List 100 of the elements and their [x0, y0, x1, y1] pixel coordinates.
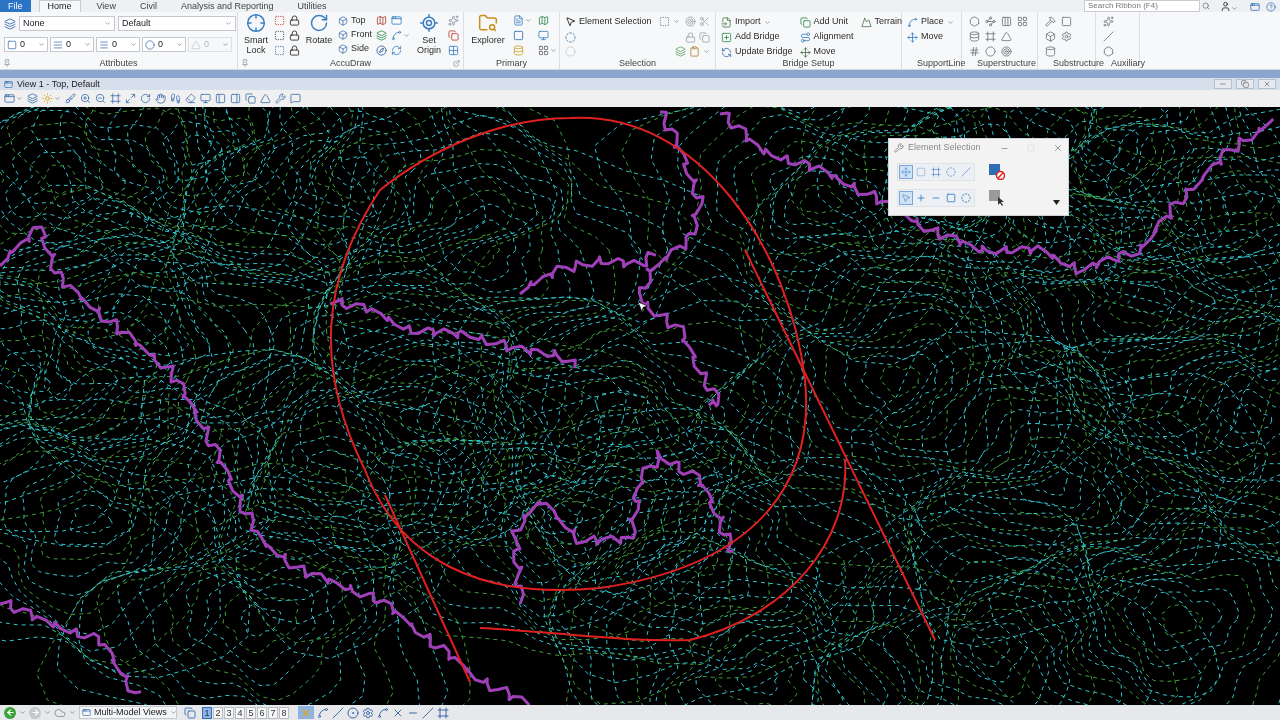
copy-icon[interactable]	[245, 93, 256, 104]
curve-icon[interactable]	[317, 706, 329, 719]
view-rotation-button[interactable]: Side	[338, 42, 369, 55]
windows-icon[interactable]	[184, 706, 196, 719]
document-icon[interactable]	[513, 15, 524, 26]
gear-icon[interactable]	[362, 706, 374, 719]
command-button[interactable]: Move	[799, 45, 836, 59]
command-button[interactable]: Import	[721, 15, 771, 29]
map-icon[interactable]	[538, 15, 549, 26]
window-icon[interactable]	[82, 708, 91, 717]
command-button[interactable]: Move	[907, 30, 943, 44]
layers-icon[interactable]	[675, 45, 686, 57]
mountain-icon[interactable]	[860, 16, 872, 28]
pin-icon[interactable]	[241, 59, 249, 68]
pin-icon[interactable]	[3, 59, 11, 68]
layers-icon[interactable]	[4, 17, 16, 30]
target-icon[interactable]	[1001, 46, 1012, 57]
sun-icon[interactable]	[42, 93, 53, 104]
footprints-icon[interactable]	[170, 93, 181, 104]
compass-icon[interactable]	[376, 45, 387, 56]
hexagon-icon[interactable]	[1103, 46, 1114, 57]
hexagon-icon[interactable]	[969, 16, 980, 27]
cube-icon[interactable]	[338, 15, 348, 26]
grid-icon[interactable]	[1017, 16, 1028, 27]
grid-icon[interactable]	[538, 45, 549, 56]
ribbon-tab[interactable]: View	[88, 0, 124, 12]
ribbon-tab[interactable]: Home	[38, 0, 81, 12]
move-icon[interactable]	[799, 46, 811, 58]
view-number-button[interactable]: 1	[202, 706, 212, 719]
zoom-in-icon[interactable]	[80, 93, 91, 104]
columns-icon[interactable]	[1001, 16, 1012, 27]
rotate-button[interactable]: Rotate	[304, 13, 334, 45]
dialog-launcher-icon[interactable]	[453, 59, 460, 67]
curve-icon[interactable]	[391, 30, 402, 41]
wrench-icon[interactable]	[275, 93, 286, 104]
explorer-button[interactable]: Explorer	[469, 13, 507, 45]
move-icon[interactable]	[907, 31, 918, 43]
command-button[interactable]: Terrain	[860, 15, 903, 29]
attribute-field[interactable]: 0	[50, 37, 94, 52]
crosshair-icon[interactable]	[419, 13, 439, 33]
lock-icon[interactable]	[289, 30, 300, 41]
frame-icon[interactable]	[110, 93, 121, 104]
clear-selection-icon[interactable]	[989, 164, 1005, 180]
copy-icon[interactable]	[448, 30, 459, 41]
circle-icon[interactable]	[145, 39, 155, 50]
search-icon[interactable]	[1202, 2, 1210, 10]
frame-icon[interactable]	[985, 31, 996, 42]
route-icon[interactable]	[799, 31, 811, 43]
hash-icon[interactable]	[969, 46, 980, 57]
monitor-icon[interactable]	[200, 93, 211, 104]
circle-icon[interactable]	[985, 46, 996, 57]
level-dropdown[interactable]: None	[19, 16, 115, 31]
window-icon[interactable]	[391, 15, 402, 26]
cylinder-icon[interactable]	[1045, 46, 1056, 57]
diagonal-line-icon[interactable]	[422, 706, 434, 719]
restore-button[interactable]	[1236, 79, 1254, 89]
window-icon[interactable]	[4, 93, 15, 104]
hammer-icon[interactable]	[1045, 16, 1056, 27]
gear-icon[interactable]	[1061, 31, 1072, 42]
square-icon[interactable]	[7, 39, 17, 50]
command-button[interactable]: Add Unit	[799, 15, 849, 29]
nodes-icon[interactable]	[985, 16, 996, 27]
view-number-button[interactable]: 7	[268, 706, 278, 719]
view-number-button[interactable]: 2	[213, 706, 223, 719]
plus-square-icon[interactable]	[721, 31, 732, 43]
speech-bubble-icon[interactable]	[290, 93, 301, 104]
back-icon[interactable]	[4, 706, 16, 719]
lock-icon[interactable]	[289, 15, 300, 26]
layers-icon[interactable]	[376, 30, 387, 41]
close-icon[interactable]	[1053, 143, 1063, 153]
sparkles-icon[interactable]	[1103, 16, 1114, 27]
grid-icon[interactable]	[448, 45, 459, 56]
triangle-icon[interactable]	[1001, 31, 1012, 42]
window-icon[interactable]	[1250, 2, 1260, 12]
eraser-icon[interactable]	[185, 93, 196, 104]
hand-icon[interactable]	[155, 93, 166, 104]
style-dropdown[interactable]: Default	[118, 16, 236, 31]
dashed-square-icon[interactable]	[658, 16, 670, 28]
database-icon[interactable]	[513, 45, 524, 56]
command-button[interactable]: Alignment	[799, 30, 854, 44]
brush-icon[interactable]	[65, 93, 76, 104]
model-views-dropdown[interactable]: Multi-Model Views	[79, 706, 177, 719]
diagonal-line-icon[interactable]	[332, 706, 344, 719]
view-number-button[interactable]: 3	[224, 706, 234, 719]
square-icon[interactable]	[513, 30, 524, 41]
cube-icon[interactable]	[338, 29, 348, 40]
layers-icon[interactable]	[27, 93, 38, 104]
square-icon[interactable]	[1061, 16, 1072, 27]
minimize-icon[interactable]	[1219, 80, 1227, 88]
minimize-button[interactable]	[1214, 79, 1232, 89]
lines-icon[interactable]	[53, 39, 63, 50]
close-button[interactable]	[1258, 79, 1276, 89]
ribbon-tab[interactable]: Analysis and Reporting	[172, 0, 282, 12]
curve-icon[interactable]	[907, 16, 918, 28]
view-number-button[interactable]: 5	[246, 706, 256, 719]
clipboard-icon[interactable]	[689, 45, 700, 57]
user-icon[interactable]	[1220, 1, 1231, 12]
view-rotation-button[interactable]: Top	[338, 14, 366, 27]
dashed-square-icon[interactable]	[274, 45, 285, 56]
map-icon[interactable]	[376, 15, 387, 26]
